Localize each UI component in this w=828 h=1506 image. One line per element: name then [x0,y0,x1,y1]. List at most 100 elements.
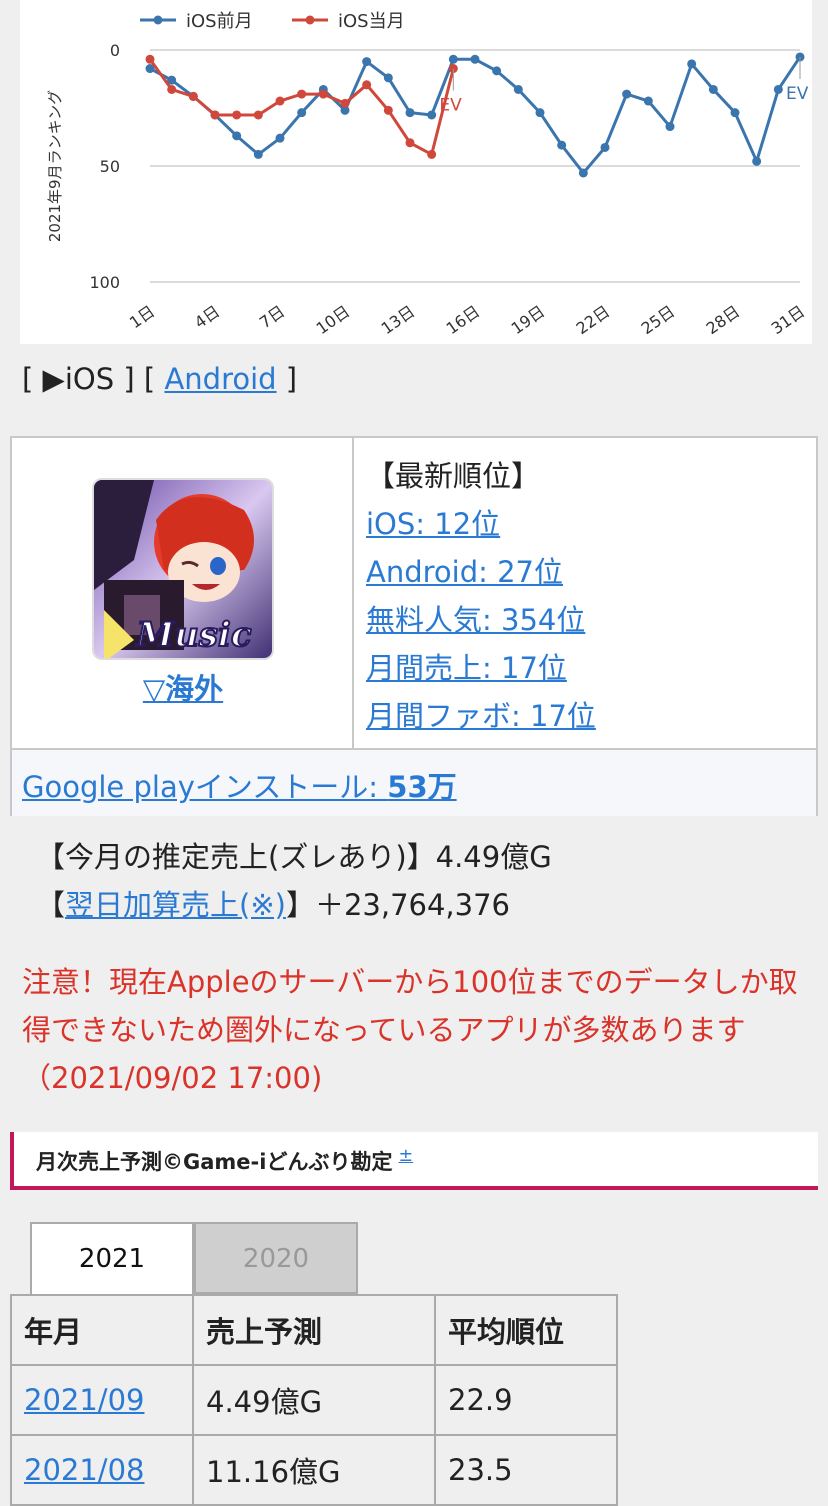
ranking-chart-svg: 0 50 100 2021年9月ランキング 1日 4日 7日 10日 13日 16日 19日 22日 2… [46,11,809,338]
header-year-month: 年月 [10,1294,194,1366]
series-point-0 [730,108,740,118]
install-count: 53万 [387,770,457,804]
app-icon-panel: Music ▽海外 [12,438,354,748]
annotation-label: EV [439,96,462,116]
overseas-link[interactable]: ▽海外 [12,666,354,708]
series-point-0 [557,140,567,150]
series-point-1 [405,138,415,148]
y-tick-label: 0 [110,41,120,60]
google-play-install-link[interactable]: Google playインストール: 53万 [22,770,457,804]
rank-link-android[interactable]: Android: 27位 [366,555,563,589]
series-point-1 [362,80,372,90]
y-axis-label: 2021年9月ランキング [46,90,64,242]
ios-current-label: ▶iOS [42,362,115,396]
section-title: 月次売上予測©Game-iどんぶり勘定 [36,1150,393,1174]
series-point-1 [318,89,328,99]
x-tick-label: 7日 [256,302,288,333]
series-point-0 [643,96,653,106]
warning-notice: 注意！現在Appleのサーバーから100位までのデータしか取得できないため圏外に… [22,965,798,1095]
series-point-1 [210,110,220,120]
series-point-0 [253,149,263,159]
bracket-close: ] [285,362,298,396]
series-point-1 [253,110,263,120]
latest-rank-header: 【最新順位】 [366,459,541,493]
table-header-row: 年月 売上予測 平均順位 [10,1294,618,1366]
series-point-1 [275,96,285,106]
series-point-0 [687,59,697,69]
series-point-0 [513,84,523,94]
next-day-sales-link[interactable]: 翌日加算売上(※) [65,888,286,922]
app-icon-logo-text: Music [135,615,251,655]
series-point-0 [492,66,502,76]
legend-label: iOS前月 [186,11,253,32]
section-heading: 月次売上予測©Game-iどんぶり勘定 ± [10,1132,818,1190]
app-icon[interactable]: Music [92,478,274,660]
series-point-0 [535,108,545,118]
series-point-0 [470,54,480,64]
rank-link-monthly-fav[interactable]: 月間ファボ: 17位 [366,699,596,733]
rank-link-monthly-sales[interactable]: 月間売上: 17位 [366,651,567,685]
series-point-0 [600,142,610,152]
series-point-0 [448,54,458,64]
platform-switcher: [ ▶iOS ] [ Android ] [22,362,297,396]
series-point-0 [232,131,242,141]
x-tick-label: 19日 [508,302,549,338]
sales-value: 4.49億G [192,1364,436,1436]
series-point-1 [167,84,177,94]
legend-label: iOS当月 [338,11,405,32]
tab-2020[interactable]: 2020 [194,1222,358,1294]
series-point-0 [275,133,285,143]
sales-value: 11.16億G [192,1434,436,1506]
series-point-0 [708,84,718,94]
series-point-1 [188,91,198,101]
series-point-0 [622,89,632,99]
monthly-estimate: 【今月の推定売上(ズレあり)】4.49億G [36,840,552,874]
series-point-0 [578,168,588,178]
series-point-1 [427,149,437,159]
x-tick-label: 28日 [703,302,744,338]
header-sales-forecast: 売上予測 [192,1294,436,1366]
month-link[interactable]: 2021/09 [24,1383,144,1417]
x-tick-label: 31日 [768,302,809,338]
table-row: 2021/08 11.16億G 23.5 [10,1434,618,1506]
series-point-1 [297,89,307,99]
series-point-1 [383,105,393,115]
rank-link-free-popular[interactable]: 無料人気: 354位 [366,603,585,637]
month-link[interactable]: 2021/08 [24,1453,144,1487]
next-day-open: 【 [36,888,66,922]
series-point-1 [340,98,350,108]
app-info-card: Music ▽海外 【最新順位】 iOS: 12位 Android: 27位 無… [10,436,818,816]
header-average-rank: 平均順位 [434,1294,618,1366]
average-rank: 22.9 [434,1364,618,1436]
series-point-0 [665,122,675,132]
x-tick-label: 4日 [191,302,223,333]
average-rank: 23.5 [434,1434,618,1506]
x-tick-label: 22日 [573,302,614,338]
series-point-0 [752,156,762,166]
section-toggle[interactable]: ± [398,1146,413,1166]
tab-2021[interactable]: 2021 [30,1222,194,1294]
legend-swatch-dot [305,15,315,25]
series-point-0 [405,108,415,118]
series-point-0 [362,57,372,67]
next-day-value: 】＋23,764,376 [285,888,510,922]
series-point-1 [232,110,242,120]
ranking-chart: 0 50 100 2021年9月ランキング 1日 4日 7日 10日 13日 16日 19日 22日 2… [20,0,812,344]
y-tick-label: 50 [100,157,120,176]
y-tick-label: 100 [89,273,120,292]
rank-link-ios[interactable]: iOS: 12位 [366,507,500,541]
series-point-1 [145,54,155,64]
series-point-0 [383,73,393,83]
series-point-0 [297,108,307,118]
android-link[interactable]: Android [164,362,276,396]
x-tick-label: 13日 [378,302,419,338]
latest-rank-panel: 【最新順位】 iOS: 12位 Android: 27位 無料人気: 354位 … [356,438,816,748]
next-day-sales: 【翌日加算売上(※)】＋23,764,376 [36,882,510,924]
x-tick-label: 10日 [313,302,354,338]
install-label: Google playインストール: [22,770,388,804]
x-tick-label: 16日 [443,302,484,338]
bracket-mid: ] [ [123,362,156,396]
annotation-label: EV [786,84,809,104]
monthly-sales-table: 年月 売上予測 平均順位 2021/09 4.49億G 22.9 2021/08… [10,1294,618,1506]
x-tick-label: 25日 [638,302,679,338]
